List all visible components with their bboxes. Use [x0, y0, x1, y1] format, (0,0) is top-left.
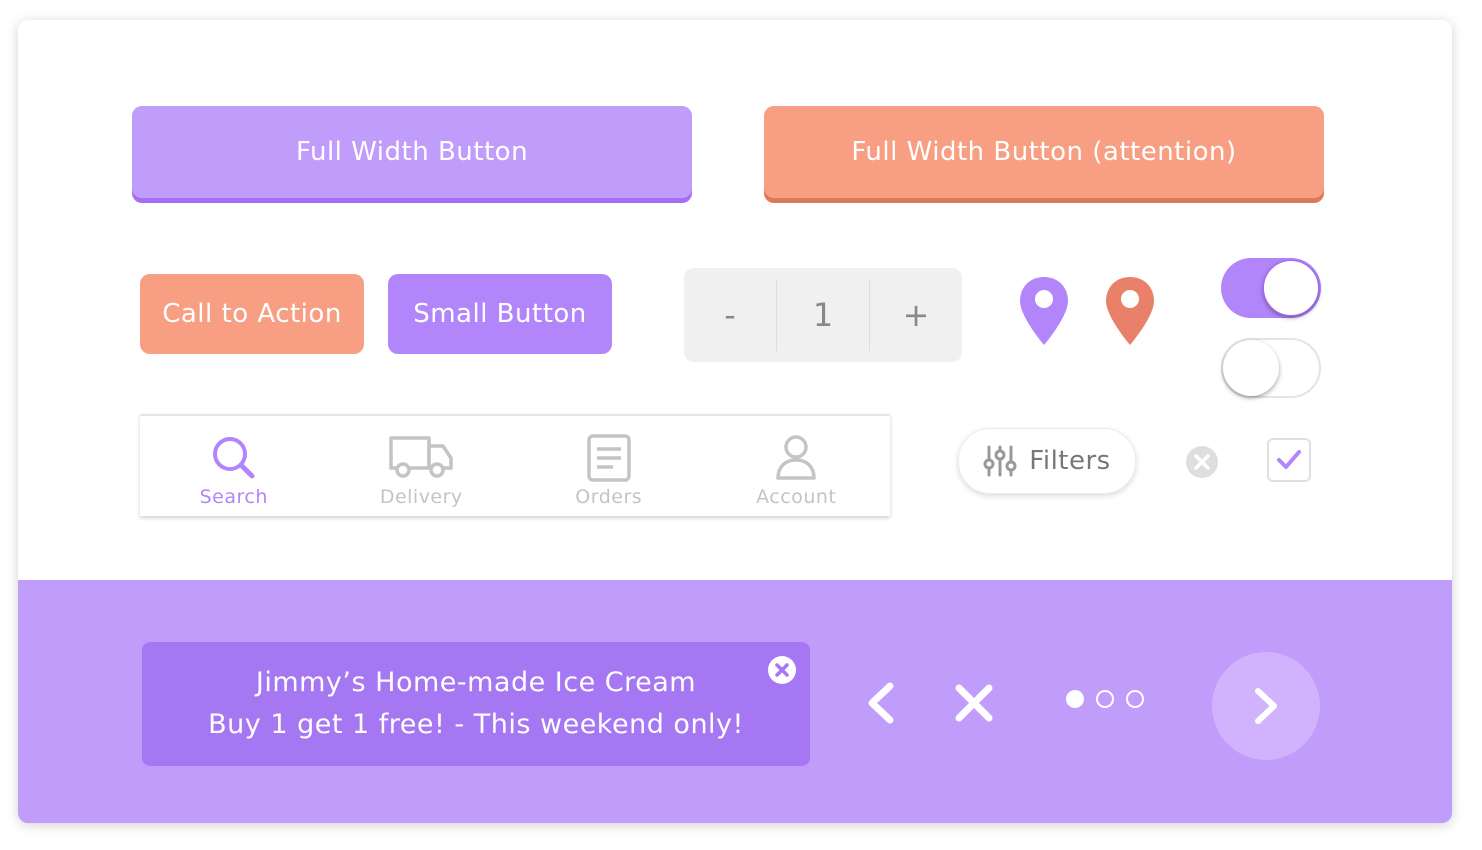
ui-kit-card: Full Width Button Full Width Button (att… — [18, 20, 1452, 823]
toggle-switch-on[interactable] — [1221, 258, 1321, 318]
filters-label: Filters — [1029, 446, 1111, 476]
tab-label: Orders — [575, 486, 643, 508]
pagination-dot-active[interactable] — [1066, 690, 1084, 708]
pagination-dot[interactable] — [1096, 690, 1114, 708]
close-icon[interactable] — [768, 656, 796, 684]
map-pin-icon[interactable] — [1018, 275, 1070, 347]
clear-icon[interactable] — [1186, 446, 1218, 478]
call-to-action-label: Call to Action — [162, 299, 342, 329]
full-width-attention-button-label: Full Width Button (attention) — [851, 137, 1237, 167]
tab-account[interactable]: Account — [703, 416, 891, 516]
bottom-tab-bar: Search Delivery Orders Account — [140, 414, 890, 516]
toast-title: Jimmy’s Home-made Ice Cream — [255, 667, 697, 698]
checkmark-icon — [1277, 450, 1301, 469]
increment-button[interactable]: + — [870, 279, 962, 351]
increment-label: + — [902, 296, 930, 334]
tab-orders[interactable]: Orders — [515, 416, 703, 516]
user-icon — [776, 435, 816, 480]
promo-banner-area: Jimmy’s Home-made Ice Cream Buy 1 get 1 … — [18, 580, 1452, 823]
toggle-switch-off[interactable] — [1221, 338, 1321, 398]
tab-label: Delivery — [379, 486, 463, 508]
next-button[interactable] — [1212, 652, 1320, 760]
promo-toast: Jimmy’s Home-made Ice Cream Buy 1 get 1 … — [142, 642, 810, 766]
close-icon[interactable] — [954, 683, 994, 723]
tab-label: Search — [199, 486, 268, 508]
truck-icon — [389, 436, 453, 478]
chevron-right-icon — [1255, 688, 1277, 724]
toast-message: Buy 1 get 1 free! - This weekend only! — [208, 709, 744, 740]
full-width-button-label: Full Width Button — [295, 137, 529, 167]
call-to-action-button[interactable]: Call to Action — [140, 274, 364, 354]
full-width-attention-button[interactable]: Full Width Button (attention) — [764, 106, 1324, 198]
full-width-button[interactable]: Full Width Button — [132, 106, 692, 198]
map-pin-attention-icon[interactable] — [1104, 275, 1156, 347]
quantity-value[interactable]: 1 — [777, 279, 869, 351]
pagination-dot[interactable] — [1126, 690, 1144, 708]
search-icon — [212, 437, 255, 479]
decrement-label: - — [724, 296, 736, 334]
toggle-knob — [1223, 340, 1279, 396]
small-button-label: Small Button — [413, 299, 587, 329]
small-button[interactable]: Small Button — [388, 274, 612, 354]
tab-delivery[interactable]: Delivery — [328, 416, 516, 516]
pagination-dots — [1066, 690, 1144, 708]
filters-button[interactable]: Filters — [958, 428, 1136, 494]
quantity-stepper: - 1 + — [684, 268, 962, 362]
chevron-left-icon[interactable] — [862, 680, 898, 726]
sliders-icon — [983, 445, 1017, 477]
document-icon — [587, 434, 631, 482]
toggle-knob — [1263, 260, 1319, 316]
tab-search[interactable]: Search — [140, 416, 328, 516]
tab-label: Account — [756, 486, 837, 508]
quantity-value-text: 1 — [812, 296, 834, 334]
checkbox[interactable] — [1267, 438, 1311, 482]
decrement-button[interactable]: - — [684, 279, 776, 351]
